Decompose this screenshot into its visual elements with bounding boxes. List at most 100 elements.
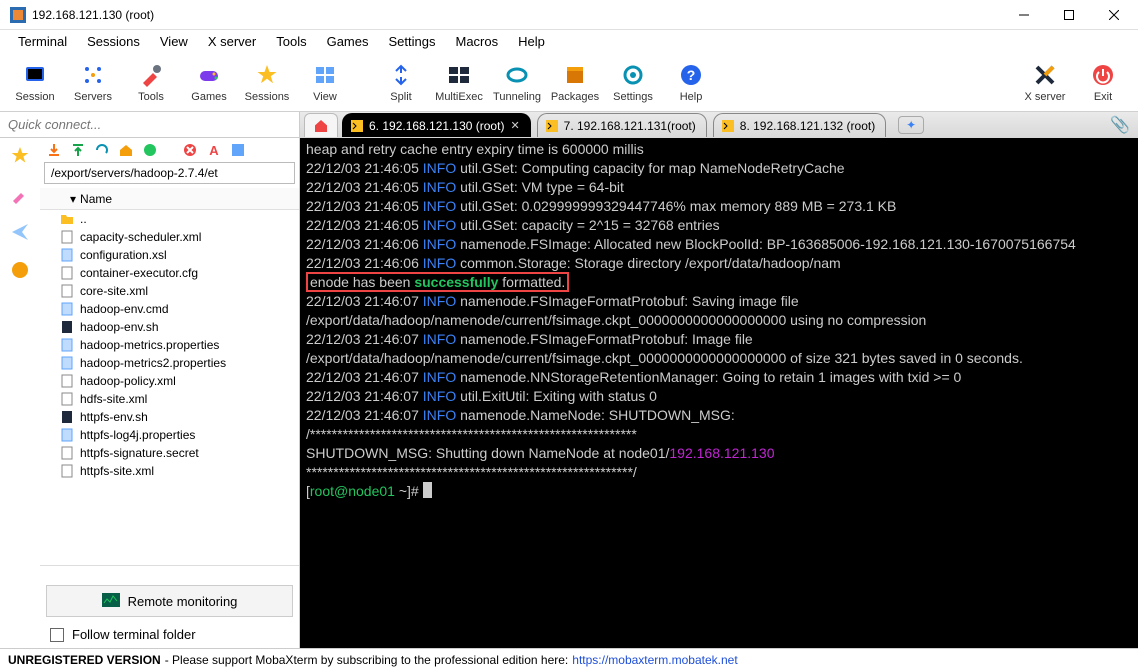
quick-connect-row: 6. 192.168.121.130 (root) ✕ 7. 192.168.1… — [0, 112, 1138, 138]
folder-icon — [60, 212, 74, 226]
toggle-icon[interactable] — [230, 142, 246, 158]
tool-servers[interactable]: Servers — [64, 54, 122, 110]
globe-icon[interactable] — [10, 260, 30, 280]
xserver-icon — [1031, 61, 1059, 89]
delete-icon[interactable] — [182, 142, 198, 158]
text-icon[interactable]: A — [206, 142, 222, 158]
tool-session[interactable]: Session — [6, 54, 64, 110]
new-tab-button[interactable]: ✦ — [898, 116, 924, 134]
tab-2[interactable]: 8. 192.168.121.132 (root) — [713, 113, 886, 137]
tool-label: Help — [680, 91, 703, 103]
paperclip-icon[interactable]: 📎 — [1110, 115, 1130, 135]
games-icon — [195, 61, 223, 89]
follow-checkbox[interactable] — [50, 628, 64, 642]
menu-help[interactable]: Help — [508, 32, 555, 51]
menu-sessions[interactable]: Sessions — [77, 32, 150, 51]
remote-monitoring-label: Remote monitoring — [128, 594, 238, 609]
list-item[interactable]: hadoop-env.cmd — [40, 300, 299, 318]
list-item[interactable]: capacity-scheduler.xml — [40, 228, 299, 246]
home-tab[interactable] — [304, 113, 338, 137]
quick-connect-input[interactable] — [0, 112, 300, 138]
list-item[interactable]: httpfs-site.xml — [40, 462, 299, 480]
tool-split[interactable]: Split — [372, 54, 430, 110]
tool-exit[interactable]: Exit — [1074, 54, 1132, 110]
tool-tunneling[interactable]: Tunneling — [488, 54, 546, 110]
tool-packages[interactable]: Packages — [546, 54, 604, 110]
close-icon[interactable]: ✕ — [510, 119, 519, 132]
view-icon — [311, 61, 339, 89]
file-icon — [60, 302, 74, 316]
maximize-button[interactable] — [1046, 1, 1091, 29]
terminal-output[interactable]: heap and retry cache entry expiry time i… — [300, 138, 1138, 648]
window-title: 192.168.121.130 (root) — [32, 8, 1001, 22]
list-item[interactable]: httpfs-signature.secret — [40, 444, 299, 462]
column-header: Name — [80, 192, 112, 206]
tab-label: 7. 192.168.121.131(root) — [564, 119, 696, 133]
tools-icon[interactable] — [10, 184, 30, 204]
tool-label: Exit — [1094, 91, 1112, 103]
tunneling-icon — [503, 61, 531, 89]
file-icon — [60, 392, 74, 406]
tool-label: Packages — [551, 91, 599, 103]
list-item[interactable]: hadoop-metrics2.properties — [40, 354, 299, 372]
minimize-button[interactable] — [1001, 1, 1046, 29]
file-icon — [60, 356, 74, 370]
menu-settings[interactable]: Settings — [379, 32, 446, 51]
tool-label: Tools — [138, 91, 164, 103]
terminal-icon — [351, 120, 363, 132]
menu-terminal[interactable]: Terminal — [8, 32, 77, 51]
star-icon[interactable] — [10, 146, 30, 166]
script-icon — [60, 320, 74, 334]
menu-games[interactable]: Games — [317, 32, 379, 51]
list-item[interactable]: configuration.xsl — [40, 246, 299, 264]
list-item[interactable]: hadoop-policy.xml — [40, 372, 299, 390]
tool-help[interactable]: ? Help — [662, 54, 720, 110]
tab-1[interactable]: 7. 192.168.121.131(root) — [537, 113, 707, 137]
tool-tools[interactable]: Tools — [122, 54, 180, 110]
svg-text:?: ? — [687, 67, 696, 83]
download-icon[interactable] — [46, 142, 62, 158]
path-input[interactable] — [44, 162, 295, 184]
remote-monitoring-button[interactable]: Remote monitoring — [46, 585, 293, 617]
menu-macros[interactable]: Macros — [445, 32, 508, 51]
menu-xserver[interactable]: X server — [198, 32, 266, 51]
home-icon[interactable] — [118, 142, 134, 158]
newfolder-icon[interactable] — [142, 142, 158, 158]
file-icon — [60, 374, 74, 388]
prompt-line: [root@node01 ~]# — [306, 482, 1132, 501]
file-list[interactable]: .. capacity-scheduler.xml configuration.… — [40, 210, 299, 565]
tool-sessions[interactable]: Sessions — [238, 54, 296, 110]
file-list-header[interactable]: ▾Name — [40, 188, 299, 210]
send-icon[interactable] — [10, 222, 30, 242]
list-item[interactable]: hadoop-metrics.properties — [40, 336, 299, 354]
sidebar-toolbar: A — [40, 138, 299, 162]
file-sidebar: A ▾Name .. capacity-scheduler.xml config… — [40, 138, 300, 648]
scrollbar[interactable] — [40, 565, 299, 581]
tool-settings[interactable]: Settings — [604, 54, 662, 110]
menu-view[interactable]: View — [150, 32, 198, 51]
tool-label: Settings — [613, 91, 653, 103]
upload-icon[interactable] — [70, 142, 86, 158]
tool-view[interactable]: View — [296, 54, 354, 110]
menu-tools[interactable]: Tools — [266, 32, 316, 51]
status-message: - Please support MobaXterm by subscribin… — [165, 653, 569, 667]
refresh-icon[interactable] — [94, 142, 110, 158]
list-item[interactable]: httpfs-log4j.properties — [40, 426, 299, 444]
list-item[interactable]: httpfs-env.sh — [40, 408, 299, 426]
list-item[interactable]: hadoop-env.sh — [40, 318, 299, 336]
subscribe-link[interactable]: https://mobaxterm.mobatek.net — [572, 653, 737, 667]
monitor-icon — [102, 593, 120, 610]
list-item[interactable]: container-executor.cfg — [40, 264, 299, 282]
list-item[interactable]: core-site.xml — [40, 282, 299, 300]
highlighted-line: enode has been successfully formatted. — [306, 272, 569, 292]
tab-0[interactable]: 6. 192.168.121.130 (root) ✕ — [342, 113, 531, 137]
tool-label: Games — [191, 91, 226, 103]
list-item[interactable]: .. — [40, 210, 299, 228]
tool-multiexec[interactable]: MultiExec — [430, 54, 488, 110]
tool-label: Tunneling — [493, 91, 541, 103]
close-button[interactable] — [1091, 1, 1136, 29]
exit-icon — [1089, 61, 1117, 89]
tool-games[interactable]: Games — [180, 54, 238, 110]
list-item[interactable]: hdfs-site.xml — [40, 390, 299, 408]
tool-xserver[interactable]: X server — [1016, 54, 1074, 110]
